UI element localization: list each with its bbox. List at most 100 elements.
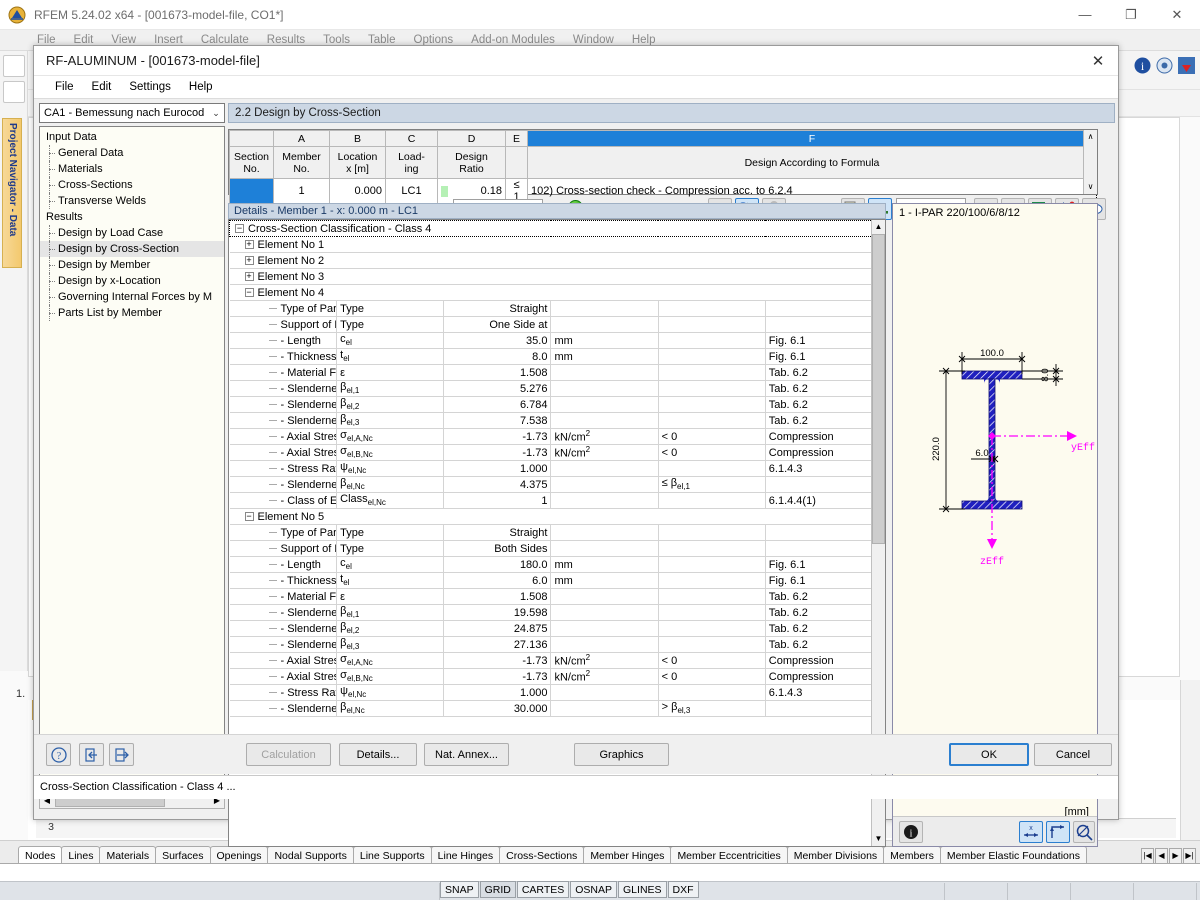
snap-toggle-cartes[interactable]: CARTES bbox=[516, 881, 570, 898]
maximize-button[interactable]: ❐ bbox=[1108, 0, 1154, 30]
sidebar-item-design-by-load-case[interactable]: Design by Load Case bbox=[40, 225, 224, 241]
sidebar-item-cross-sections[interactable]: Cross-Sections bbox=[40, 177, 224, 193]
sidebar-item-governing-internal-forces-by-m[interactable]: Governing Internal Forces by M bbox=[40, 289, 224, 305]
details-row[interactable]: - Axial Stress at Element Startσel,A,Nc-… bbox=[229, 652, 873, 669]
ok-button[interactable]: OK bbox=[949, 743, 1029, 766]
snap-toggle-grid[interactable]: GRID bbox=[479, 881, 516, 898]
snap-toggle-osnap[interactable]: OSNAP bbox=[570, 881, 618, 898]
dialog-menu-help[interactable]: Help bbox=[180, 81, 222, 93]
tab-member-eccentricities[interactable]: Member Eccentricities bbox=[670, 846, 788, 864]
sidebar-item-design-by-cross-section[interactable]: Design by Cross-Section bbox=[40, 241, 224, 257]
details-row[interactable]: - Thickness tel 6.0 mm Fig. 6.1 bbox=[229, 572, 873, 589]
details-row[interactable]: Support of PartTypeBoth Sides bbox=[229, 540, 873, 557]
tab-surfaces[interactable]: Surfaces bbox=[155, 846, 211, 864]
dialog-menu-file[interactable]: File bbox=[46, 81, 83, 93]
col-letter-f[interactable]: F bbox=[527, 130, 1097, 147]
details-scroll-down-icon[interactable]: ▼ bbox=[872, 832, 885, 846]
results-grid-scrollbar[interactable]: ∧ ∨ bbox=[1083, 130, 1097, 194]
project-navigator-tab[interactable]: Project Navigator - Data bbox=[2, 118, 22, 268]
dialog-menu-edit[interactable]: Edit bbox=[83, 81, 121, 93]
tab-member-elastic-foundations[interactable]: Member Elastic Foundations bbox=[939, 846, 1087, 864]
details-row[interactable]: - Slenderness Parameter for Class 2βel,2… bbox=[229, 620, 873, 637]
details-scroll-thumb[interactable] bbox=[872, 234, 885, 544]
details-row[interactable]: - Stress Ratioψel,Nc1.000 6.1.4.3 bbox=[229, 684, 873, 701]
details-group-row[interactable]: − Cross-Section Classification - Class 4 bbox=[229, 220, 873, 237]
tab-members[interactable]: Members bbox=[883, 846, 941, 864]
previous-page-icon[interactable] bbox=[79, 743, 104, 766]
details-row[interactable]: - Slenderness Parameterβel,Nc4.375 ≤ βel,… bbox=[229, 476, 873, 493]
table-import-icon[interactable] bbox=[1177, 56, 1196, 75]
add-node-icon[interactable] bbox=[2, 81, 25, 103]
sidebar-item-results[interactable]: Results bbox=[40, 209, 224, 225]
tab-line-supports[interactable]: Line Supports bbox=[352, 846, 432, 864]
tab-nodes[interactable]: Nodes bbox=[18, 846, 63, 864]
axis-system-icon[interactable] bbox=[1046, 821, 1070, 843]
settings-gear-icon[interactable] bbox=[1155, 56, 1174, 75]
col-letter-d[interactable]: D bbox=[437, 130, 506, 147]
tree-expander-icon[interactable]: − bbox=[235, 224, 244, 234]
details-row[interactable]: - Material Factorε1.508 Tab. 6.2 bbox=[229, 588, 873, 605]
col-letter-b[interactable]: B bbox=[329, 130, 386, 147]
details-row[interactable]: - Slenderness Parameter for Class 3βel,3… bbox=[229, 412, 873, 429]
details-row[interactable]: - Slenderness Parameter for Class 3βel,3… bbox=[229, 636, 873, 653]
info-icon[interactable]: i bbox=[1133, 56, 1152, 75]
details-row[interactable]: Type of Part Type Straight bbox=[229, 300, 873, 317]
sidebar-item-design-by-member[interactable]: Design by Member bbox=[40, 257, 224, 273]
tree-expander-icon[interactable]: + bbox=[244, 272, 254, 282]
tab-openings[interactable]: Openings bbox=[209, 846, 269, 864]
sidebar-item-design-by-x-location[interactable]: Design by x-Location bbox=[40, 273, 224, 289]
tree-expander-icon[interactable]: − bbox=[244, 512, 254, 522]
sidebar-item-general-data[interactable]: General Data bbox=[40, 145, 224, 161]
details-group-row[interactable]: + Element No 1 bbox=[229, 236, 873, 253]
details-row[interactable]: - Length cel 180.0 mm Fig. 6.1 bbox=[229, 556, 873, 573]
cancel-button[interactable]: Cancel bbox=[1034, 743, 1112, 766]
tree-expander-icon[interactable]: + bbox=[244, 256, 254, 266]
tree-expander-icon[interactable]: − bbox=[244, 288, 254, 298]
tab-member-hinges[interactable]: Member Hinges bbox=[583, 846, 672, 864]
details-row[interactable]: - Axial Stress at Element Startσel,A,Nc-… bbox=[229, 428, 873, 445]
nat-annex-button[interactable]: Nat. Annex... bbox=[424, 743, 509, 766]
tab-nav-last-icon[interactable]: ▶| bbox=[1183, 848, 1196, 864]
new-file-icon[interactable] bbox=[2, 55, 25, 77]
sidebar-item-transverse-welds[interactable]: Transverse Welds bbox=[40, 193, 224, 209]
details-row[interactable]: - Thickness tel 8.0 mm Fig. 6.1 bbox=[229, 348, 873, 365]
sidebar-item-parts-list-by-member[interactable]: Parts List by Member bbox=[40, 305, 224, 321]
zoom-icon[interactable] bbox=[1073, 821, 1095, 843]
details-row[interactable]: - Axial Stress at Element Endσel,B,Nc-1.… bbox=[229, 668, 873, 685]
next-page-icon[interactable] bbox=[109, 743, 134, 766]
details-button[interactable]: Details... bbox=[339, 743, 417, 766]
col-letter-c[interactable]: C bbox=[385, 130, 438, 147]
details-group-row[interactable]: − Element No 4 bbox=[229, 284, 873, 301]
minimize-button[interactable]: — bbox=[1062, 0, 1108, 30]
sidebar-item-input-data[interactable]: Input Data bbox=[40, 129, 224, 145]
tab-nodal-supports[interactable]: Nodal Supports bbox=[267, 846, 354, 864]
sidebar-item-materials[interactable]: Materials bbox=[40, 161, 224, 177]
col-letter-a[interactable]: A bbox=[273, 130, 330, 147]
dialog-close-icon[interactable]: ✕ bbox=[1078, 46, 1118, 76]
calculation-button[interactable]: Calculation bbox=[246, 743, 331, 766]
grid-scroll-down-icon[interactable]: ∨ bbox=[1084, 180, 1097, 194]
design-case-combo[interactable]: CA1 - Bemessung nach Eurocod ⌄ bbox=[39, 103, 225, 123]
tab-cross-sections[interactable]: Cross-Sections bbox=[499, 846, 585, 864]
details-group-row[interactable]: − Element No 5 bbox=[229, 508, 873, 525]
tree-expander-icon[interactable]: + bbox=[244, 240, 254, 250]
details-row[interactable]: - Slenderness Parameter for Class 2βel,2… bbox=[229, 396, 873, 413]
tab-lines[interactable]: Lines bbox=[61, 846, 101, 864]
details-row[interactable]: - Length cel 35.0 mm Fig. 6.1 bbox=[229, 332, 873, 349]
dimension-x-icon[interactable]: x bbox=[1019, 821, 1043, 843]
details-row[interactable]: Type of Part Type Straight bbox=[229, 524, 873, 541]
graphics-button[interactable]: Graphics bbox=[574, 743, 669, 766]
details-group-row[interactable]: + Element No 2 bbox=[229, 252, 873, 269]
tab-line-hinges[interactable]: Line Hinges bbox=[430, 846, 501, 864]
tab-nav-next-icon[interactable]: ▶ bbox=[1169, 848, 1182, 864]
tab-nav-first-icon[interactable]: |◀ bbox=[1141, 848, 1154, 864]
details-row[interactable]: - Slenderness Parameter for Class 1βel,1… bbox=[229, 604, 873, 621]
details-row[interactable]: - Material Factorε1.508 Tab. 6.2 bbox=[229, 364, 873, 381]
details-row[interactable]: - Stress Ratioψel,Nc1.000 6.1.4.3 bbox=[229, 460, 873, 477]
tab-nav-prev-icon[interactable]: ◀ bbox=[1155, 848, 1168, 864]
close-button[interactable]: ✕ bbox=[1154, 0, 1200, 30]
details-row[interactable]: Support of PartTypeOne Side at bbox=[229, 316, 873, 333]
snap-toggle-glines[interactable]: GLINES bbox=[618, 881, 667, 898]
snap-toggle-snap[interactable]: SNAP bbox=[440, 881, 479, 898]
tab-member-divisions[interactable]: Member Divisions bbox=[786, 846, 885, 864]
